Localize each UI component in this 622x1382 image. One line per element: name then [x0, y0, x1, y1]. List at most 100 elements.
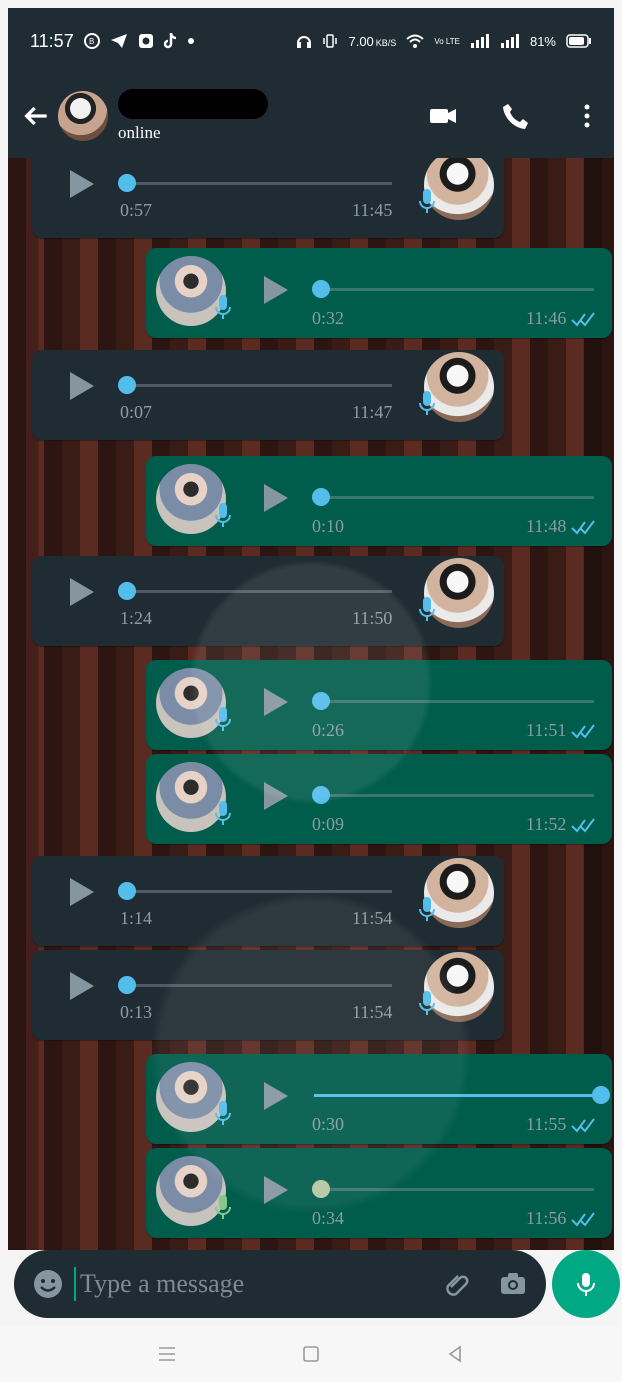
voice-message-mic-icon: [215, 503, 231, 527]
video-call-icon[interactable]: [428, 101, 458, 131]
audio-track[interactable]: [124, 984, 392, 987]
sender-avatar: [424, 158, 494, 220]
audio-seek-handle[interactable]: [118, 882, 136, 900]
play-button[interactable]: [60, 872, 100, 912]
system-nav-bar: [0, 1326, 622, 1382]
play-button[interactable]: [254, 270, 294, 310]
audio-track[interactable]: [314, 794, 594, 797]
play-button[interactable]: [60, 366, 100, 406]
voice-record-button[interactable]: [552, 1250, 620, 1318]
incoming-voice-message[interactable]: 0:57 11:45: [32, 158, 504, 238]
home-icon[interactable]: [299, 1342, 323, 1366]
signal-1-icon: [470, 34, 489, 48]
message-time: 11:46: [526, 308, 567, 328]
audio-seek-handle[interactable]: [592, 1086, 610, 1104]
message-time: 11:51: [526, 720, 567, 740]
sender-avatar: [156, 464, 226, 534]
audio-track[interactable]: [124, 590, 392, 593]
audio-seek-handle[interactable]: [118, 976, 136, 994]
battery-icon: [566, 34, 591, 48]
play-button[interactable]: [60, 572, 100, 612]
back-arrow-icon[interactable]: [20, 100, 52, 132]
sender-avatar: [156, 256, 226, 326]
audio-seek-handle[interactable]: [312, 786, 330, 804]
read-receipt-icon: [571, 1212, 595, 1227]
contact-info[interactable]: online: [118, 89, 268, 143]
play-button[interactable]: [254, 478, 294, 518]
incoming-voice-message[interactable]: 0:13 11:54: [32, 950, 504, 1040]
audio-track[interactable]: [124, 384, 392, 387]
message-time: 11:52: [526, 814, 567, 834]
sender-avatar: [424, 952, 494, 1022]
play-icon: [264, 782, 288, 810]
outgoing-voice-message[interactable]: 0:32 11:46: [146, 248, 612, 338]
back-nav-icon[interactable]: [443, 1342, 467, 1366]
audio-seek-handle[interactable]: [118, 582, 136, 600]
b-app-icon: B: [83, 33, 100, 49]
voice-call-icon[interactable]: [500, 101, 530, 131]
audio-track[interactable]: [314, 288, 594, 291]
play-icon: [264, 688, 288, 716]
voice-message-mic-icon: [419, 991, 435, 1015]
contact-avatar[interactable]: [58, 91, 108, 141]
audio-seek-handle[interactable]: [118, 174, 136, 192]
outgoing-voice-message[interactable]: 0:10 11:48: [146, 456, 612, 546]
voice-message-mic-icon: [419, 189, 435, 213]
play-icon: [264, 1082, 288, 1110]
chat-header: online: [8, 74, 614, 158]
outgoing-voice-message[interactable]: 0:34 11:56: [146, 1148, 612, 1238]
voice-message-mic-icon: [419, 897, 435, 921]
message-input[interactable]: [78, 1268, 416, 1300]
attach-paperclip-icon[interactable]: [442, 1269, 472, 1299]
audio-track[interactable]: [314, 700, 594, 703]
status-bar: 11:57 B 7.00 KB/S Vo LTE 81%: [8, 8, 614, 74]
play-icon: [264, 276, 288, 304]
play-icon: [70, 372, 94, 400]
audio-seek-handle[interactable]: [312, 1180, 330, 1198]
voice-message-mic-icon: [215, 1101, 231, 1125]
incoming-voice-message[interactable]: 0:07 11:47: [32, 350, 504, 440]
incoming-voice-message[interactable]: 1:24 11:50: [32, 556, 504, 646]
recent-apps-icon[interactable]: [155, 1342, 179, 1366]
voice-message-mic-icon: [215, 1195, 231, 1219]
audio-track[interactable]: [314, 1094, 594, 1097]
play-button[interactable]: [254, 682, 294, 722]
audio-track[interactable]: [124, 182, 392, 185]
play-button[interactable]: [254, 1076, 294, 1116]
outgoing-voice-message[interactable]: 0:30 11:55: [146, 1054, 612, 1144]
voice-duration: 0:07: [120, 402, 153, 422]
audio-seek-handle[interactable]: [312, 488, 330, 506]
tiktok-icon: [163, 33, 176, 49]
text-cursor: [74, 1267, 76, 1301]
message-time: 11:54: [352, 908, 393, 928]
audio-seek-handle[interactable]: [312, 280, 330, 298]
read-receipt-icon: [571, 520, 595, 535]
signal-2-icon: [500, 34, 519, 48]
more-options-icon[interactable]: [572, 101, 602, 131]
play-icon: [70, 972, 94, 1000]
message-time: 11:54: [352, 1002, 393, 1022]
sender-avatar: [156, 762, 226, 832]
voice-duration: 0:57: [120, 200, 153, 220]
audio-track[interactable]: [314, 1188, 594, 1191]
audio-seek-handle[interactable]: [312, 692, 330, 710]
camera-icon[interactable]: [498, 1269, 528, 1299]
sender-avatar: [156, 1062, 226, 1132]
play-button[interactable]: [60, 966, 100, 1006]
net-speed: 7.00 KB/S: [348, 34, 396, 49]
outgoing-voice-message[interactable]: 0:26 11:51: [146, 660, 612, 750]
emoji-icon[interactable]: [32, 1268, 64, 1300]
message-time: 11:56: [526, 1208, 567, 1228]
incoming-voice-message[interactable]: 1:14 11:54: [32, 856, 504, 946]
play-button[interactable]: [60, 164, 100, 204]
battery-text: 81%: [529, 33, 556, 49]
sender-avatar: [424, 352, 494, 422]
outgoing-voice-message[interactable]: 0:09 11:52: [146, 754, 612, 844]
play-button[interactable]: [254, 1170, 294, 1210]
play-button[interactable]: [254, 776, 294, 816]
read-receipt-icon: [571, 818, 595, 833]
audio-seek-handle[interactable]: [118, 376, 136, 394]
status-time: 11:57: [30, 30, 74, 51]
audio-track[interactable]: [124, 890, 392, 893]
audio-track[interactable]: [314, 496, 594, 499]
